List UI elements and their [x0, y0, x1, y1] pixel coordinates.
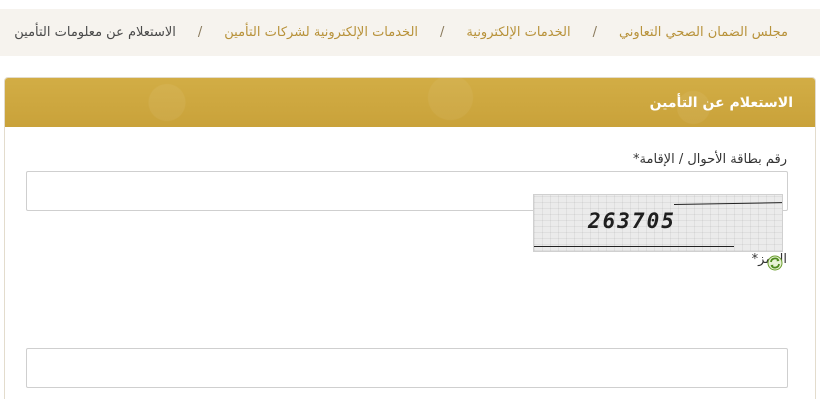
panel-header: الاستعلام عن التأمين — [5, 78, 815, 127]
breadcrumb-separator: / — [197, 25, 203, 40]
captcha-code: 263705 — [588, 209, 676, 233]
breadcrumb-separator: / — [440, 25, 445, 40]
breadcrumb-item-insurers-eservices[interactable]: الخدمات الإلكترونية لشركات التأمين — [224, 25, 418, 40]
captcha-noise-line — [534, 246, 734, 247]
id-number-label: رقم بطاقة الأحوال / الإقامة* — [633, 152, 787, 167]
captcha-noise-line — [674, 201, 782, 206]
breadcrumb: مجلس الضمان الصحي التعاوني / الخدمات الإ… — [0, 9, 820, 56]
breadcrumb-item-eservices[interactable]: الخدمات الإلكترونية — [466, 25, 570, 40]
refresh-icon[interactable] — [767, 255, 783, 271]
panel-title: الاستعلام عن التأمين — [649, 94, 793, 111]
breadcrumb-current: الاستعلام عن معلومات التأمين — [14, 25, 176, 40]
breadcrumb-item-council[interactable]: مجلس الضمان الصحي التعاوني — [619, 25, 788, 40]
breadcrumb-separator: / — [592, 25, 597, 40]
captcha-input[interactable] — [26, 348, 788, 388]
captcha-image: 263705 — [533, 194, 783, 252]
